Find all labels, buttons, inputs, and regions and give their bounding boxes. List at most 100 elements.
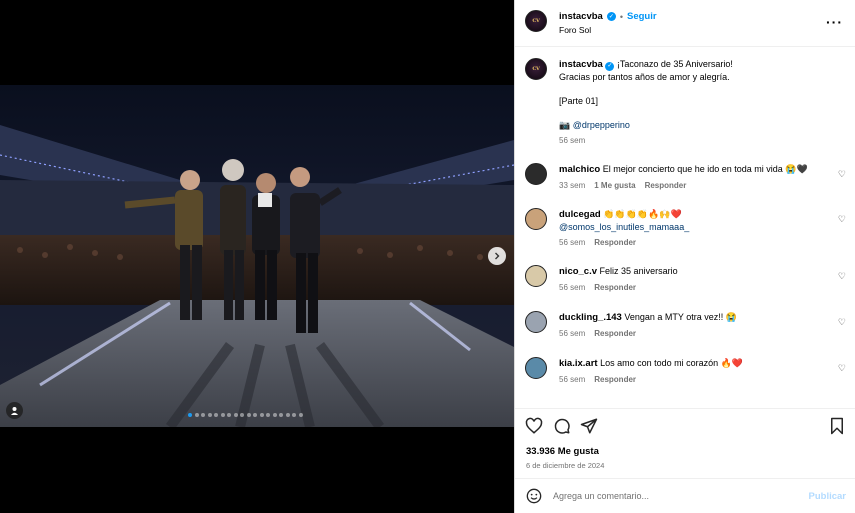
avatar[interactable] — [525, 208, 547, 230]
comment-text: 👏👏👏👏🔥🙌❤️ — [603, 209, 682, 219]
post-photo — [0, 85, 514, 427]
carousel-dot — [298, 413, 303, 417]
caption-body: instacvba ✓ ¡Taconazo de 35 Aniversario!… — [559, 58, 829, 147]
carousel-dot — [220, 413, 225, 417]
comment-meta: 56 sem Responder — [559, 374, 829, 386]
caption-line-2: Gracias por tantos años de amor y alegrí… — [559, 72, 730, 82]
heart-icon[interactable] — [525, 417, 543, 435]
comment-age: 33 sem — [559, 181, 586, 190]
comment-meta: 56 sem Responder — [559, 328, 829, 340]
comment-age: 56 sem — [559, 283, 586, 292]
carousel-dot — [188, 413, 192, 417]
heart-icon[interactable]: ♡ — [838, 271, 846, 282]
heart-icon[interactable]: ♡ — [838, 317, 846, 328]
avatar[interactable] — [525, 163, 547, 185]
carousel-dot — [207, 413, 212, 417]
comment-body: dulcegad 👏👏👏👏🔥🙌❤️ @somos_los_inutiles_ma… — [559, 208, 829, 249]
heart-icon[interactable]: ♡ — [838, 169, 846, 180]
carousel-dot — [272, 413, 277, 417]
avatar[interactable] — [525, 265, 547, 287]
comment-meta: 33 sem 1 Me gusta Responder — [559, 180, 829, 192]
comment-username[interactable]: malchico — [559, 164, 600, 175]
reply-button[interactable]: Responder — [594, 374, 636, 386]
comment-meta: 56 sem Responder — [559, 282, 829, 294]
caption-line-1: ¡Taconazo de 35 Aniversario! — [616, 59, 733, 69]
save-icon[interactable] — [828, 417, 846, 435]
avatar[interactable]: CV — [525, 58, 547, 80]
verified-icon: ✓ — [605, 61, 615, 71]
comment-text: Los amo con todo mi corazón 🔥❤️ — [600, 358, 744, 368]
post-comment-button[interactable]: Publicar — [809, 491, 847, 502]
reply-button[interactable]: Responder — [645, 180, 687, 192]
caption-credit-link[interactable]: @drpepperino — [573, 120, 630, 130]
carousel-indicator — [188, 413, 303, 417]
likes-count[interactable]: 33.936 Me gusta — [526, 446, 599, 457]
caption-age: 56 sem — [559, 136, 586, 145]
heart-icon[interactable]: ♡ — [838, 214, 846, 225]
avatar-logo: CV — [532, 18, 540, 24]
post-actions: 33.936 Me gusta 6 de diciembre de 2024 — [515, 408, 855, 472]
comment-mention[interactable]: @somos_los_inutiles_mamaaa_ — [559, 221, 829, 233]
post-panel: CV instacvba ✓ • Seguir Foro Sol ··· CV … — [514, 0, 855, 513]
comment-age: 56 sem — [559, 329, 586, 338]
post-location[interactable]: Foro Sol — [559, 25, 591, 35]
user-tag-icon[interactable] — [6, 402, 23, 419]
comment-body: nico_c.v Feliz 35 aniversario 56 sem Res… — [559, 265, 829, 294]
verified-icon: ✓ — [606, 12, 616, 21]
carousel-dot — [266, 413, 270, 417]
carousel-dot — [292, 413, 296, 417]
header-user: instacvba ✓ • Seguir — [559, 11, 657, 22]
comment-likes[interactable]: 1 Me gusta — [594, 180, 635, 192]
comment-input[interactable] — [553, 489, 793, 503]
avatar[interactable] — [525, 311, 547, 333]
avatar-logo: CV — [532, 66, 540, 72]
post-header: CV instacvba ✓ • Seguir Foro Sol ··· — [515, 0, 855, 47]
caption-line-3: [Parte 01] — [559, 96, 599, 106]
comment-username[interactable]: nico_c.v — [559, 266, 597, 277]
comment-username[interactable]: duckling_.143 — [559, 312, 622, 323]
carousel-dot — [201, 413, 205, 417]
comment-age: 56 sem — [559, 238, 586, 247]
caption-meta: 56 sem — [559, 135, 829, 147]
separator: • — [619, 11, 623, 22]
caption-username[interactable]: instacvba — [559, 59, 603, 70]
camera-icon: 📷 — [559, 120, 571, 130]
carousel-dot — [240, 413, 244, 417]
avatar[interactable]: CV — [525, 10, 547, 32]
carousel-dot — [253, 413, 257, 417]
follow-button[interactable]: Seguir — [627, 11, 657, 22]
comment-username[interactable]: dulcegad — [559, 209, 601, 220]
carousel-dot — [259, 413, 264, 417]
next-arrow-icon[interactable] — [488, 247, 506, 265]
post-date: 6 de diciembre de 2024 — [526, 461, 605, 470]
comment-age: 56 sem — [559, 375, 586, 384]
emoji-icon[interactable] — [526, 488, 542, 504]
carousel-dot — [246, 413, 251, 417]
media-area — [0, 0, 514, 513]
reply-button[interactable]: Responder — [594, 237, 636, 249]
more-options-icon[interactable]: ··· — [826, 14, 843, 30]
carousel-dot — [214, 413, 218, 417]
heart-icon[interactable]: ♡ — [838, 363, 846, 374]
carousel-dot — [227, 413, 231, 417]
comment-body: duckling_.143 Vengan a MTY otra vez!! 😭 … — [559, 311, 829, 340]
share-icon[interactable] — [580, 417, 598, 435]
comment-text: Vengan a MTY otra vez!! 😭 — [624, 312, 737, 322]
comment-composer: Publicar — [515, 478, 855, 513]
comment-text: El mejor concierto que he ido en toda mi… — [602, 164, 808, 174]
comments-list: CV instacvba ✓ ¡Taconazo de 35 Aniversar… — [515, 48, 855, 408]
avatar[interactable] — [525, 357, 547, 379]
comment-icon[interactable] — [553, 417, 571, 435]
comment-meta: 56 sem Responder — [559, 237, 829, 249]
comment-body: malchico El mejor concierto que he ido e… — [559, 163, 829, 192]
reply-button[interactable]: Responder — [594, 328, 636, 340]
post-username[interactable]: instacvba — [559, 11, 603, 22]
comment-body: kia.ix.art Los amo con todo mi corazón 🔥… — [559, 357, 829, 386]
carousel-dot — [285, 413, 290, 417]
carousel-dot — [233, 413, 238, 417]
comment-username[interactable]: kia.ix.art — [559, 358, 598, 369]
carousel-dot — [194, 413, 199, 417]
carousel-dot — [279, 413, 283, 417]
comment-text: Feliz 35 aniversario — [599, 266, 678, 276]
reply-button[interactable]: Responder — [594, 282, 636, 294]
